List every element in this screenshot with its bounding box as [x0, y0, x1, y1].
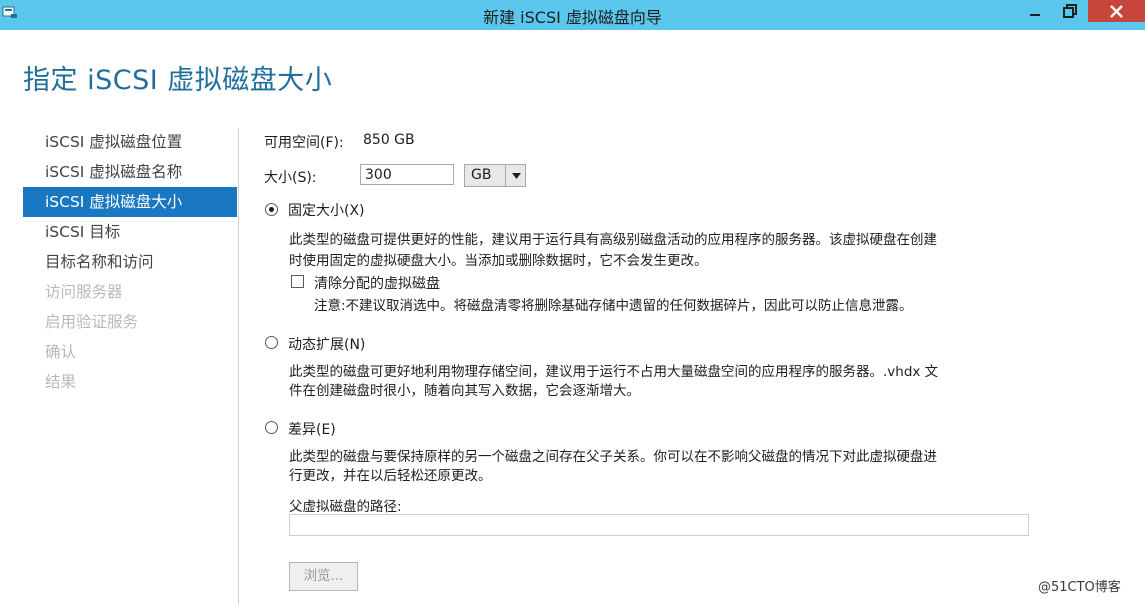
- window-title: 新建 iSCSI 虚拟磁盘向导: [483, 8, 662, 27]
- free-space-value: 850 GB: [363, 132, 415, 148]
- restore-button[interactable]: [1052, 0, 1088, 22]
- differencing-description-line2: 行更改，并在以后轻松还原更改。: [289, 468, 492, 484]
- clear-allocated-disk-checkbox[interactable]: [291, 275, 304, 288]
- close-button[interactable]: [1088, 0, 1145, 22]
- dropdown-arrow-icon: [505, 165, 526, 186]
- dynamic-description-line1: 此类型的磁盘可更好地利用物理存储空间，建议用于运行不占用大量磁盘空间的应用程序的…: [289, 364, 939, 380]
- nav-item-access-servers: 访问服务器: [45, 283, 123, 301]
- free-space-label: 可用空间(F):: [264, 135, 344, 151]
- clear-disk-note: 注意:不建议取消选中。将磁盘清零将删除基础存储中遗留的任何数据碎片，因此可以防止…: [314, 298, 913, 314]
- fixed-size-description-line2: 时使用固定的虚拟硬盘大小。当添加或删除数据时，它不会发生更改。: [289, 253, 708, 269]
- title-bar: 新建 iSCSI 虚拟磁盘向导: [0, 0, 1145, 30]
- nav-item-iscsi-target[interactable]: iSCSI 目标: [23, 217, 237, 247]
- differencing-description-line1: 此类型的磁盘与要保持原样的另一个磁盘之间存在父子关系。你可以在不影响父磁盘的情况…: [289, 449, 937, 465]
- parent-disk-path-input[interactable]: [289, 514, 1029, 536]
- page-title: 指定 iSCSI 虚拟磁盘大小: [23, 65, 333, 96]
- clear-allocated-disk-label[interactable]: 清除分配的虚拟磁盘: [314, 273, 440, 293]
- size-unit-value: GB: [471, 167, 492, 183]
- nav-item-disk-location[interactable]: iSCSI 虚拟磁盘位置: [23, 127, 237, 157]
- fixed-size-description-line1: 此类型的磁盘可提供更好的性能，建议用于运行具有高级别磁盘活动的应用程序的服务器。…: [289, 232, 937, 248]
- differencing-radio[interactable]: [265, 421, 278, 434]
- nav-item-enable-authentication: 启用验证服务: [45, 313, 139, 331]
- fixed-size-radio[interactable]: [265, 203, 278, 216]
- nav-item-target-name-access[interactable]: 目标名称和访问: [23, 247, 237, 277]
- parent-disk-path-label: 父虚拟磁盘的路径:: [289, 499, 402, 515]
- nav-divider: [238, 128, 239, 604]
- browse-button[interactable]: 浏览...: [289, 562, 358, 591]
- minimize-button[interactable]: [1019, 0, 1051, 22]
- size-unit-dropdown[interactable]: GB: [464, 164, 526, 187]
- differencing-label[interactable]: 差异(E): [288, 419, 336, 439]
- watermark-text: @51CTO博客: [1038, 580, 1121, 595]
- wizard-steps-nav: iSCSI 虚拟磁盘位置 iSCSI 虚拟磁盘名称 iSCSI 虚拟磁盘大小 i…: [23, 127, 237, 397]
- restore-icon: [1063, 4, 1077, 18]
- dynamic-description-line2: 件在创建磁盘时很小，随着向其写入数据，它会逐渐增大。: [289, 383, 640, 399]
- nav-item-results: 结果: [45, 373, 77, 391]
- size-label: 大小(S):: [264, 170, 317, 186]
- dynamic-expanding-radio[interactable]: [265, 336, 278, 349]
- size-input[interactable]: 300: [360, 164, 454, 185]
- nav-item-disk-name[interactable]: iSCSI 虚拟磁盘名称: [23, 157, 237, 187]
- fixed-size-label[interactable]: 固定大小(X): [288, 200, 365, 220]
- nav-item-disk-size[interactable]: iSCSI 虚拟磁盘大小: [23, 187, 237, 217]
- close-icon: [1110, 4, 1123, 18]
- dynamic-expanding-label[interactable]: 动态扩展(N): [288, 334, 365, 354]
- minimize-icon: [1030, 14, 1040, 16]
- nav-item-confirmation: 确认: [45, 343, 77, 361]
